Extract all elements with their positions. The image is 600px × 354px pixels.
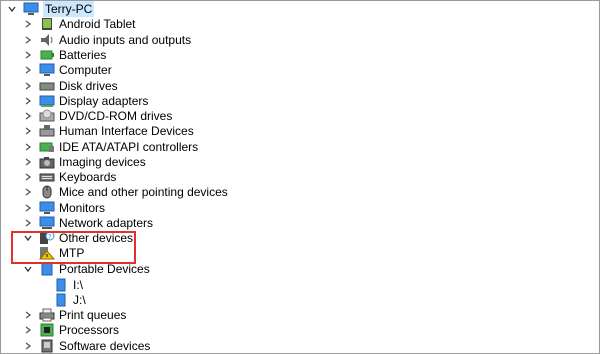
monitor-icon (39, 201, 55, 215)
printer-icon (39, 308, 55, 322)
hid-icon (39, 124, 55, 138)
chevron-right-icon[interactable] (23, 218, 33, 228)
chevron-right-icon[interactable] (23, 96, 33, 106)
tree-item-batteries[interactable]: Batteries (23, 47, 106, 63)
chevron-right-icon[interactable] (23, 187, 33, 197)
tree-item-android-tablet[interactable]: Android Tablet (23, 16, 136, 32)
keyboard-icon (39, 170, 55, 184)
chevron-right-icon[interactable] (23, 19, 33, 29)
tree-item-label: Monitors (59, 201, 106, 215)
software-device-icon (39, 339, 55, 353)
display-adapter-icon (39, 94, 55, 108)
chevron-right-icon[interactable] (23, 111, 33, 121)
tree-item-drive-j[interactable]: J:\ (53, 292, 86, 308)
tree-item-imaging[interactable]: Imaging devices (23, 154, 146, 170)
chevron-right-icon[interactable] (23, 157, 33, 167)
tree-item-mice[interactable]: Mice and other pointing devices (23, 184, 228, 200)
tree-item-label: Human Interface Devices (59, 124, 194, 138)
tree-item-label: Print queues (59, 308, 127, 322)
battery-icon (39, 48, 55, 62)
tree-item-disk-drives[interactable]: Disk drives (23, 78, 118, 94)
root-label: Terry-PC (43, 1, 95, 17)
tree-item-print-queues[interactable]: Print queues (23, 307, 126, 323)
tree-item-label: IDE ATA/ATAPI controllers (59, 140, 199, 154)
chevron-right-icon[interactable] (23, 142, 33, 152)
computer-monitor-icon (39, 63, 55, 77)
tree-item-dvd-drives[interactable]: DVD/CD-ROM drives (23, 108, 172, 124)
tree-item-hid[interactable]: Human Interface Devices (23, 123, 194, 139)
tree-item-display-adapters[interactable]: Display adapters (23, 93, 148, 109)
tree-item-processors[interactable]: Processors (23, 322, 119, 338)
portable-device-icon (39, 262, 55, 276)
annotation-highlight-box (11, 231, 136, 264)
tree-item-computer[interactable]: Computer (23, 62, 112, 78)
tree-item-label: Mice and other pointing devices (59, 185, 228, 199)
drive-icon (53, 278, 69, 292)
tree-item-software-devices[interactable]: Software devices (23, 338, 151, 353)
tree-item-label: Keyboards (59, 170, 117, 184)
chevron-right-icon[interactable] (23, 310, 33, 320)
chevron-right-icon[interactable] (23, 65, 33, 75)
chevron-down-icon[interactable] (7, 4, 17, 14)
tree-item-label: Display adapters (59, 94, 149, 108)
tree-item-label: Network adapters (59, 216, 154, 230)
chevron-right-icon[interactable] (23, 126, 33, 136)
processor-icon (39, 323, 55, 337)
disk-drive-icon (39, 79, 55, 93)
mouse-icon (39, 185, 55, 199)
tree-item-label: J:\ (73, 293, 86, 307)
camera-icon (39, 155, 55, 169)
tree-item-label: Computer (59, 63, 112, 77)
optical-drive-icon (39, 109, 55, 123)
tree-item-label: Audio inputs and outputs (59, 33, 192, 47)
chevron-right-icon[interactable] (23, 50, 33, 60)
tree-item-label: Disk drives (59, 79, 118, 93)
chevron-right-icon[interactable] (23, 81, 33, 91)
chevron-down-icon[interactable] (23, 264, 33, 274)
tree-item-label: DVD/CD-ROM drives (59, 109, 173, 123)
tree-item-label: Batteries (59, 48, 107, 62)
chevron-right-icon[interactable] (23, 341, 33, 351)
computer-icon (23, 2, 39, 16)
chevron-right-icon[interactable] (23, 172, 33, 182)
tree-item-label: Software devices (59, 339, 151, 353)
chevron-right-icon[interactable] (23, 325, 33, 335)
speaker-icon (39, 33, 55, 47)
tree-item-network-adapters[interactable]: Network adapters (23, 215, 153, 231)
tree-root[interactable]: Terry-PC (7, 1, 95, 17)
tree-item-label: Imaging devices (59, 155, 146, 169)
network-adapter-icon (39, 216, 55, 230)
drive-icon (53, 293, 69, 307)
chevron-right-icon[interactable] (23, 35, 33, 45)
tree-item-label: Android Tablet (59, 17, 136, 31)
tree-item-audio[interactable]: Audio inputs and outputs (23, 32, 191, 48)
android-tablet-icon (39, 17, 55, 31)
tree-item-drive-i[interactable]: I:\ (53, 277, 83, 293)
tree-item-monitors[interactable]: Monitors (23, 200, 105, 216)
tree-item-label: Processors (59, 323, 120, 337)
chevron-right-icon[interactable] (23, 203, 33, 213)
ide-controller-icon (39, 140, 55, 154)
tree-item-ide-controllers[interactable]: IDE ATA/ATAPI controllers (23, 139, 198, 155)
tree-item-keyboards[interactable]: Keyboards (23, 169, 116, 185)
tree-item-label: I:\ (73, 278, 84, 292)
device-manager-tree: Terry-PC Android Tablet Audio inputs and… (0, 0, 600, 354)
